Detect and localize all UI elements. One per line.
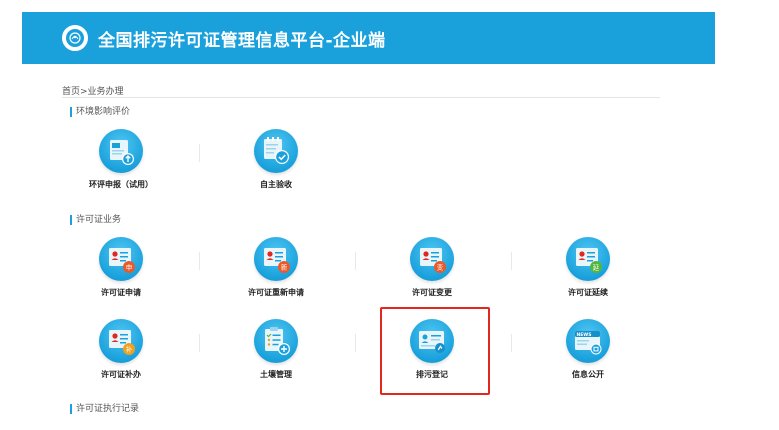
document-upload-icon	[99, 129, 143, 173]
tile-label: 许可证延续	[568, 288, 608, 297]
permit-reissue-badge: 补	[126, 345, 133, 354]
section-title-records: 许可证执行记录	[70, 404, 139, 414]
permit-reapply-badge: 新	[281, 263, 288, 272]
tile-label: 土壤管理	[260, 370, 292, 379]
environment-seal-icon	[62, 25, 88, 51]
section-title-permit: 许可证业务	[70, 215, 121, 225]
soil-management-tile[interactable]: 土壤管理	[216, 319, 336, 380]
tile-label: 许可证变更	[412, 288, 452, 297]
tile-label: 环评申报（试用）	[89, 180, 153, 189]
tile-label: 许可证补办	[101, 370, 141, 379]
news-label: NEWS	[576, 332, 591, 338]
divider	[355, 252, 356, 270]
breadcrumb[interactable]: 首页>业务办理	[62, 84, 124, 97]
tile-label: 许可证申请	[101, 288, 141, 297]
divider	[199, 144, 200, 162]
permit-apply-icon: 申	[99, 237, 143, 281]
tile-label: 许可证重新申请	[248, 288, 304, 297]
divider	[199, 252, 200, 270]
permit-change-tile[interactable]: 变 许可证变更	[372, 237, 492, 298]
permit-extend-badge: 延	[593, 263, 600, 272]
highlight-box	[380, 307, 490, 395]
divider	[511, 334, 512, 352]
section-title-eia: 环境影响评价	[70, 107, 130, 117]
breadcrumb-divider	[62, 97, 660, 98]
permit-reapply-tile[interactable]: 新 许可证重新申请	[216, 237, 336, 298]
tile-label: 信息公开	[572, 370, 604, 379]
eia-declare-tile[interactable]: 环评申报（试用）	[61, 129, 181, 190]
permit-reissue-tile[interactable]: 补 许可证补办	[61, 319, 181, 380]
divider	[355, 334, 356, 352]
soil-management-icon	[254, 319, 298, 363]
permit-apply-badge: 申	[126, 263, 133, 272]
permit-extend-tile[interactable]: 延 许可证延续	[528, 237, 648, 298]
info-disclosure-tile[interactable]: NEWS 信息公开	[528, 319, 648, 380]
divider	[199, 334, 200, 352]
tile-label: 自主验收	[260, 180, 292, 189]
app-header: 全国排污许可证管理信息平台-企业端	[22, 12, 715, 64]
permit-change-icon: 变	[410, 237, 454, 281]
news-disclosure-icon: NEWS	[566, 319, 610, 363]
permit-apply-tile[interactable]: 申 许可证申请	[61, 237, 181, 298]
permit-reissue-icon: 补	[99, 319, 143, 363]
permit-extend-icon: 延	[566, 237, 610, 281]
self-acceptance-tile[interactable]: 自主验收	[216, 129, 336, 190]
divider	[511, 252, 512, 270]
page-title: 全国排污许可证管理信息平台-企业端	[98, 30, 386, 51]
checklist-approve-icon	[254, 129, 298, 173]
permit-change-badge: 变	[437, 263, 444, 272]
permit-reapply-icon: 新	[254, 237, 298, 281]
